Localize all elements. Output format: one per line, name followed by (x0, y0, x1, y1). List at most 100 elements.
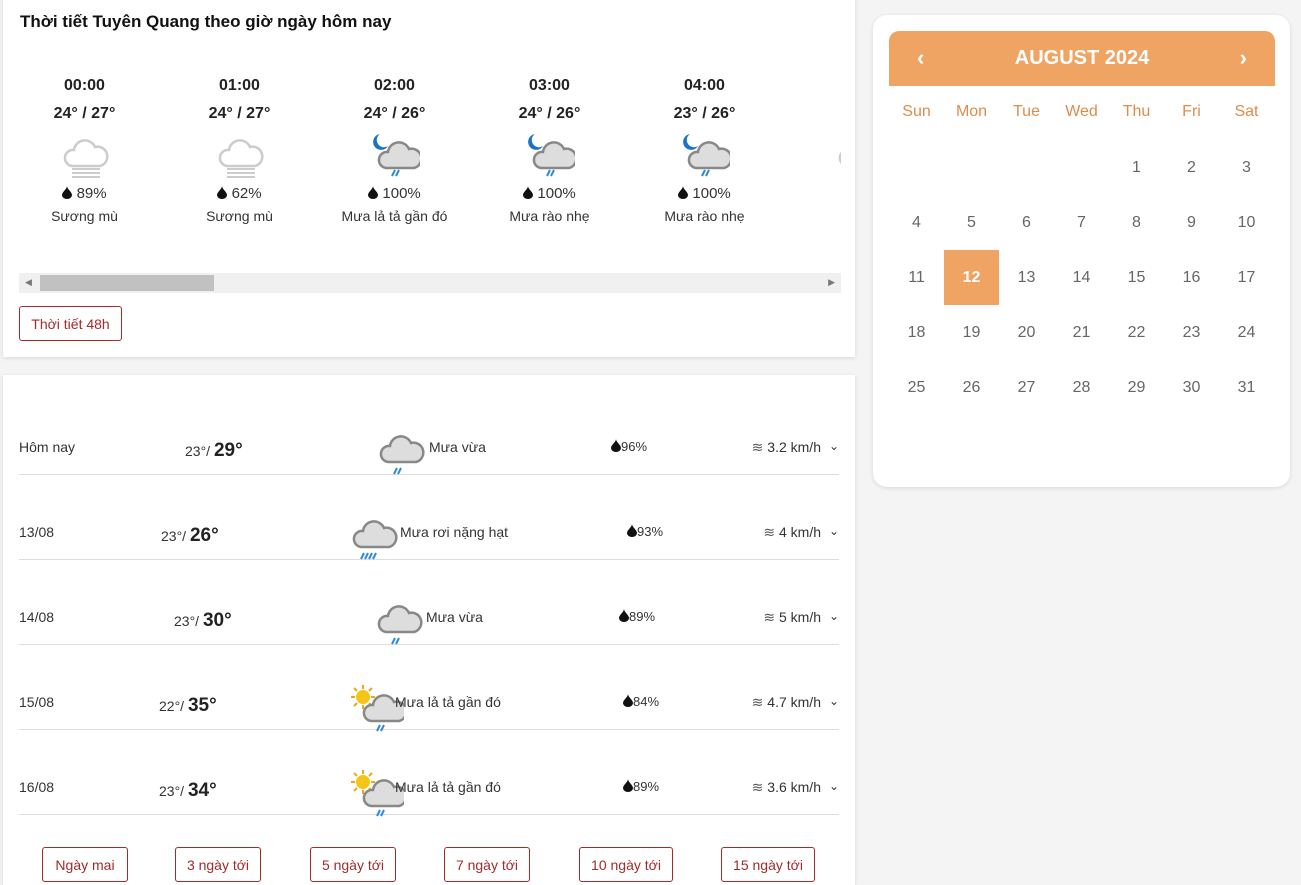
night-rain-icon (472, 132, 627, 182)
wind-icon: ≋ (751, 779, 764, 795)
calendar-day[interactable]: 21 (1054, 305, 1109, 360)
weekday-label: Sat (1234, 103, 1259, 120)
calendar-day[interactable]: 25 (889, 360, 944, 415)
calendar-day[interactable]: 28 (1054, 360, 1109, 415)
calendar-day[interactable]: 1 (1109, 140, 1164, 195)
chevron-down-icon[interactable]: ⌄ (829, 694, 839, 708)
forecast-range-button[interactable]: 5 ngày tới (310, 847, 396, 882)
day-wind: ≋ 3.2 km/h (751, 439, 821, 455)
calendar-day[interactable]: 23 (1164, 305, 1219, 360)
calendar-day[interactable]: 14 (1054, 250, 1109, 305)
drop-icon (678, 185, 689, 202)
day-low-temp: 23°/ 34° (159, 780, 217, 801)
chevron-down-icon[interactable]: ⌄ (829, 779, 839, 793)
hour-time: 04:00 (684, 77, 725, 94)
weekday-label: Thu (1122, 103, 1151, 120)
hour-temp: 23 (782, 104, 841, 132)
horizontal-scrollbar[interactable]: ◀ ▶ (19, 273, 841, 293)
calendar-day[interactable]: 31 (1219, 360, 1274, 415)
calendar-day[interactable]: 7 (1054, 195, 1109, 250)
day-date: Hôm nay (19, 439, 76, 455)
calendar-day[interactable]: 9 (1164, 195, 1219, 250)
weekday-label: Mon (955, 103, 988, 120)
scroll-right-icon[interactable]: ▶ (828, 277, 835, 288)
calendar-day[interactable]: 5 (944, 195, 999, 250)
day-desc: Mưa rơi nặng hạt (400, 524, 509, 540)
calendar-day[interactable]: 12 (944, 250, 999, 305)
forecast-range-button[interactable]: 10 ngày tới (579, 847, 673, 882)
daily-row[interactable]: 14/08 23°/ 30° Mưa vừa 89% ≋ 5 km/h ⌄ (19, 560, 839, 645)
hour-humidity: 100% (382, 185, 421, 202)
daily-row[interactable]: 13/08 23°/ 26° Mưa rơi nặng hạt 93% ≋ 4 … (19, 475, 839, 560)
chevron-down-icon[interactable]: ⌄ (829, 609, 839, 623)
calendar-day[interactable]: 6 (999, 195, 1054, 250)
day-high-temp: 34° (187, 780, 217, 801)
daily-row[interactable]: Hôm nay 23°/ 29° Mưa vừa 96% ≋ 3.2 km/h … (19, 390, 839, 475)
chevron-down-icon[interactable]: ⌄ (829, 439, 839, 453)
calendar-day[interactable]: 26 (944, 360, 999, 415)
forecast-range-button[interactable]: 7 ngày tới (444, 847, 530, 882)
calendar-day[interactable]: 4 (889, 195, 944, 250)
forecast-range-button[interactable]: 3 ngày tới (175, 847, 261, 882)
scrollbar-thumb[interactable] (40, 275, 214, 291)
calendar-day[interactable]: 30 (1164, 360, 1219, 415)
calendar-day[interactable]: 29 (1109, 360, 1164, 415)
hourly-forecast-card: Thời tiết Tuyên Quang theo giờ ngày hôm … (3, 0, 855, 357)
chevron-down-icon[interactable]: ⌄ (829, 524, 839, 538)
calendar: ‹ AUGUST 2024 › Sun Mon Tue Wed Thu Fri Sat 1 2 3… (873, 15, 1290, 487)
heavy-rain-icon (349, 513, 399, 563)
hour-desc: Sương mù (51, 208, 118, 224)
calendar-day[interactable]: 10 (1219, 195, 1274, 250)
fog-icon (19, 132, 162, 182)
hour-desc: Mưa lả tả gần đó (341, 208, 448, 224)
hour-temp: 24° / 26° (518, 105, 581, 122)
hour-temp: 24° / 27° (53, 105, 116, 122)
wind-icon: ≋ (763, 609, 776, 625)
day-low-temp: 23°/ 26° (161, 525, 219, 546)
hour-humidity: 100% (537, 185, 576, 202)
calendar-day[interactable]: 15 (1109, 250, 1164, 305)
calendar-day[interactable]: 11 (889, 250, 944, 305)
hourly-item: 00:00 24° / 27° 89% Sương mù (19, 76, 162, 226)
forecast-range-button[interactable]: 15 ngày tới (721, 847, 815, 882)
calendar-day[interactable]: 20 (999, 305, 1054, 360)
calendar-day[interactable]: 3 (1219, 140, 1274, 195)
daily-row[interactable]: 16/08 23°/ 34° Mưa lả tả gần đó 89% ≋ 3.… (19, 730, 839, 817)
calendar-day[interactable]: 16 (1164, 250, 1219, 305)
hourly-title: Thời tiết Tuyên Quang theo giờ ngày hôm … (20, 12, 392, 31)
calendar-day[interactable]: 27 (999, 360, 1054, 415)
calendar-day[interactable]: 22 (1109, 305, 1164, 360)
day-date: 13/08 (19, 524, 55, 540)
hour-time: 01:00 (219, 77, 260, 94)
day-date: 15/08 (19, 694, 55, 710)
sun-rain-icon (349, 683, 408, 733)
day-low-temp: 22°/ 35° (159, 695, 217, 716)
day-date: 16/08 (19, 779, 55, 795)
calendar-month: AUGUST 2024 (1014, 47, 1150, 69)
hourly-item: 03:00 24° / 26° 100% Mưa rào nhẹ (472, 76, 627, 226)
hour-desc: Mưa rào nhẹ (509, 208, 590, 224)
forecast-range-button[interactable]: Ngày mai (42, 847, 128, 882)
drop-icon (368, 185, 379, 202)
scroll-left-icon[interactable]: ◀ (25, 277, 32, 288)
calendar-day[interactable]: 17 (1219, 250, 1274, 305)
day-humidity: 89% (619, 609, 655, 624)
hourly-item: 0 23 Sươ (782, 76, 841, 226)
next-month-icon[interactable]: › (1240, 45, 1247, 71)
day-desc: Mưa vừa (429, 439, 486, 455)
hourly-scroll-area[interactable]: 00:00 24° / 27° 89% Sương mù 01:00 24° /… (19, 76, 841, 246)
drop-icon (62, 185, 73, 202)
daily-row[interactable]: 15/08 22°/ 35° Mưa lả tả gần đó 84% ≋ 4.… (19, 645, 839, 733)
calendar-day[interactable]: 8 (1109, 195, 1164, 250)
hour-temp: 24° / 26° (363, 105, 426, 122)
wind-icon: ≋ (763, 524, 776, 540)
day-date: 14/08 (19, 609, 55, 625)
calendar-day[interactable]: 24 (1219, 305, 1274, 360)
calendar-day[interactable]: 2 (1164, 140, 1219, 195)
day-humidity: 96% (611, 439, 647, 454)
calendar-day[interactable]: 13 (999, 250, 1054, 305)
weather-48h-button[interactable]: Thời tiết 48h (19, 306, 122, 341)
calendar-day[interactable]: 19 (944, 305, 999, 360)
calendar-day[interactable]: 18 (889, 305, 944, 360)
fog-icon (162, 132, 317, 182)
